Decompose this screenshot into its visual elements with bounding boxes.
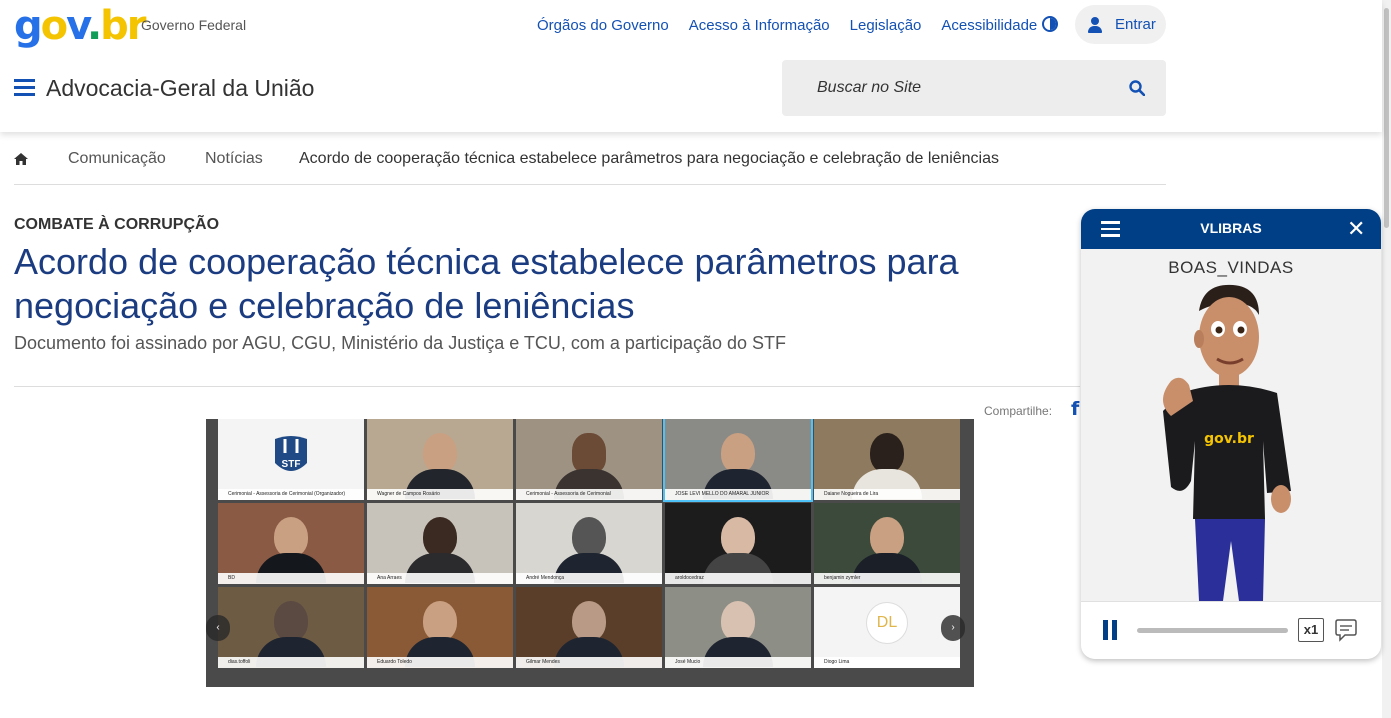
video-tile: Daiane Nogueira de Lira <box>814 419 960 500</box>
breadcrumb: Comunicação Notícias Acordo de cooperaçã… <box>14 150 1166 185</box>
vlibras-word: BOAS_VINDAS <box>1168 258 1294 277</box>
video-tile: Cerimonial - Assessoria de Cerimonial <box>516 419 662 500</box>
article-photo: STF Cerimonial - Assessoria de Cerimonia… <box>206 419 974 687</box>
nav-legislacao[interactable]: Legislação <box>850 17 922 34</box>
participant-name: Diogo Lima <box>814 657 960 668</box>
participant-name: André Mendonça <box>516 573 662 584</box>
home-icon[interactable] <box>14 153 28 165</box>
initials-avatar: DL <box>866 602 908 644</box>
close-icon[interactable]: ✕ <box>1347 217 1365 242</box>
article-title: Acordo de cooperação técnica estabelece … <box>14 241 959 326</box>
login-button[interactable]: Entrar <box>1075 5 1166 44</box>
video-tile: Gilmar Mendes <box>516 587 662 668</box>
participant-name: Eduardo Toledo <box>367 657 513 668</box>
participant-name: benjamin zymler <box>814 573 960 584</box>
article-subtitle: Documento foi assinado por AGU, CGU, Min… <box>14 333 786 353</box>
user-icon <box>1087 16 1103 33</box>
video-tile: José Mucio <box>665 587 811 668</box>
video-tile: dias.toffoli <box>218 587 364 668</box>
breadcrumb-comunicacao[interactable]: Comunicação <box>68 150 166 168</box>
article-kicker: COMBATE À CORRUPÇÃO <box>14 216 220 233</box>
site-title[interactable]: Advocacia-Geral da União <box>46 75 314 102</box>
search-icon[interactable] <box>1129 80 1145 96</box>
svg-text:gov.br: gov.br <box>1204 431 1254 447</box>
video-tile: aroldocedraz <box>665 503 811 584</box>
top-nav: Órgãos do Governo Acesso à Informação Le… <box>537 17 1037 34</box>
facebook-icon[interactable]: f <box>1071 398 1079 420</box>
vlibras-avatar: gov.br <box>1163 284 1291 601</box>
video-tile: JOSE LEVI MELLO DO AMARAL JUNIOR <box>663 419 813 502</box>
video-tile: Ana Arraes <box>367 503 513 584</box>
participant-name: dias.toffoli <box>218 657 364 668</box>
video-tile: DL Diogo Lima <box>814 587 960 668</box>
scrollbar-thumb[interactable] <box>1384 8 1389 228</box>
participant-name: Cerimonial - Assessoria de Cerimonial <box>516 489 662 500</box>
video-tile: benjamin zymler <box>814 503 960 584</box>
vlibras-progress[interactable] <box>1137 628 1288 633</box>
participant-name: Cerimonial - Assessoria de Cerimonial (O… <box>218 489 364 500</box>
speed-button[interactable]: x1 <box>1298 618 1324 642</box>
participant-name: Gilmar Mendes <box>516 657 662 668</box>
stf-logo: STF <box>275 436 307 471</box>
participant-name: José Mucio <box>665 657 811 668</box>
menu-icon[interactable] <box>14 79 35 96</box>
site-header: gov.br Governo Federal Órgãos do Governo… <box>0 0 1382 132</box>
participant-name: BD <box>218 573 364 584</box>
govbr-logo[interactable]: gov.br <box>14 4 147 48</box>
participant-name: Wagner de Campos Rosário <box>367 489 513 500</box>
vlibras-controls: x1 <box>1081 601 1381 659</box>
share-label: Compartilhe: <box>984 404 1053 418</box>
video-tile: BD <box>218 503 364 584</box>
contrast-icon[interactable] <box>1042 16 1058 32</box>
svg-text:STF: STF <box>282 459 301 470</box>
nav-orgaos[interactable]: Órgãos do Governo <box>537 17 669 34</box>
login-label: Entrar <box>1115 16 1156 33</box>
video-tile: André Mendonça <box>516 503 662 584</box>
scrollbar[interactable] <box>1382 0 1391 718</box>
subtitles-icon[interactable] <box>1333 618 1359 642</box>
next-arrow-icon[interactable]: › <box>941 615 965 641</box>
participant-name: JOSE LEVI MELLO DO AMARAL JUNIOR <box>665 489 811 500</box>
breadcrumb-current: Acordo de cooperação técnica estabelece … <box>299 150 1000 167</box>
pause-icon[interactable] <box>1103 620 1117 640</box>
nav-acessibilidade[interactable]: Acessibilidade <box>941 17 1037 34</box>
breadcrumb-noticias[interactable]: Notícias <box>205 150 263 168</box>
prev-arrow-icon[interactable]: ‹ <box>206 615 230 641</box>
video-tile: Wagner de Campos Rosário <box>367 419 513 500</box>
divider <box>14 386 1080 387</box>
vlibras-title: VLIBRAS <box>1200 220 1262 236</box>
participant-name: Ana Arraes <box>367 573 513 584</box>
participant-name: Daiane Nogueira de Lira <box>814 489 960 500</box>
search-box <box>782 60 1166 116</box>
search-input[interactable] <box>782 60 1112 116</box>
participant-name: aroldocedraz <box>665 573 811 584</box>
vlibras-header: VLIBRAS ✕ <box>1081 209 1381 249</box>
nav-acesso-informacao[interactable]: Acesso à Informação <box>689 17 830 34</box>
video-tile: STF Cerimonial - Assessoria de Cerimonia… <box>218 419 364 500</box>
video-tile: Eduardo Toledo <box>367 587 513 668</box>
gov-label: Governo Federal <box>141 17 247 33</box>
vlibras-widget: VLIBRAS ✕ BOAS_VINDAS gov.br x1 <box>1081 209 1381 659</box>
